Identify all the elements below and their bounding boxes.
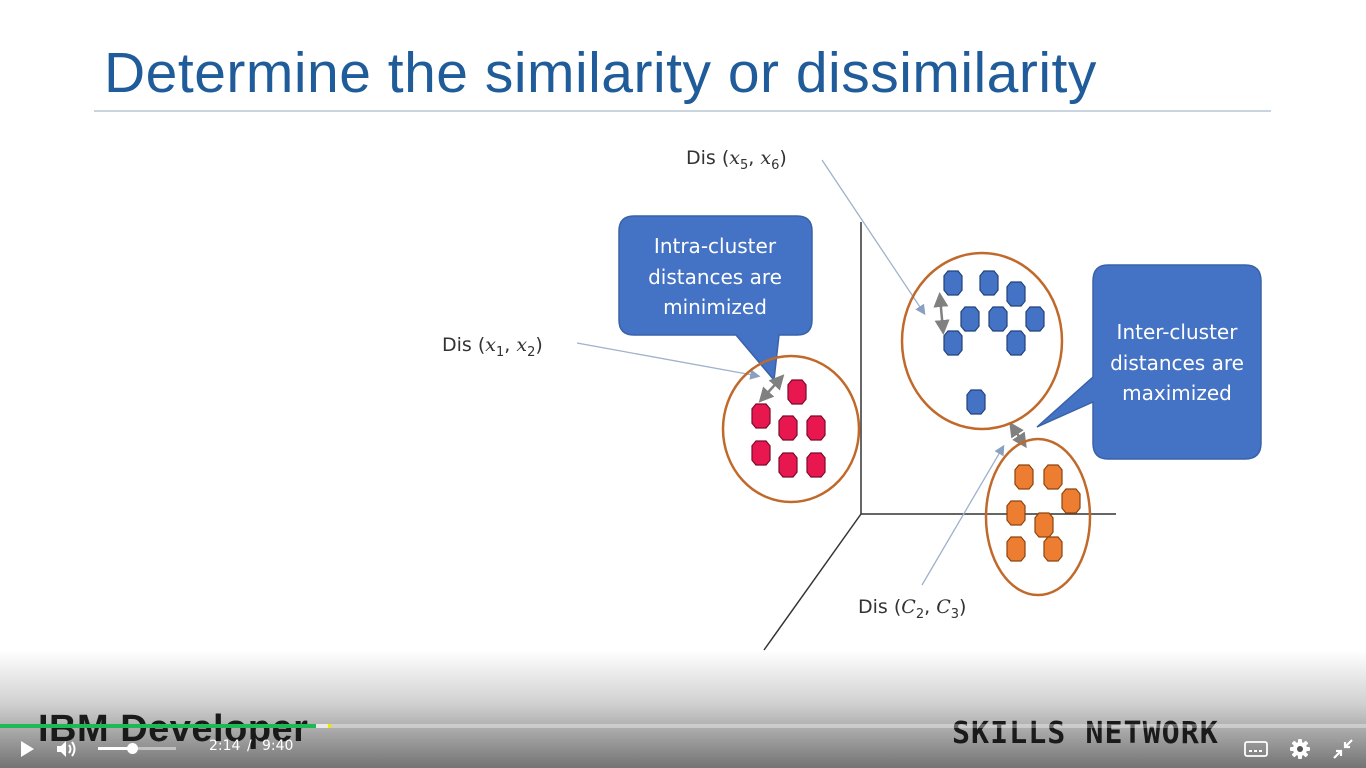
- volume-slider[interactable]: [98, 743, 176, 754]
- orange-point-7: [1043, 536, 1063, 562]
- play-icon: [21, 741, 34, 757]
- orange-point-6: [1006, 536, 1026, 562]
- intra-callout-line-1: Intra-cluster: [654, 234, 777, 258]
- blue-point-4: [960, 306, 980, 332]
- blue-point-6: [1025, 306, 1045, 332]
- video-player[interactable]: Determine the similarity or dissimilarit…: [0, 0, 1366, 768]
- label-dis-x5-x6: Dis (x5, x6): [686, 147, 787, 173]
- captions-icon: [1244, 741, 1268, 757]
- skills-network-wordmark: SKILLS NETWORK: [952, 716, 1219, 751]
- blue-point-3: [1006, 281, 1026, 307]
- red-point-3: [778, 415, 798, 441]
- orange-point-2: [1043, 464, 1063, 490]
- pointer-x5-x6: [821, 159, 926, 316]
- blue-point-10: [966, 389, 986, 415]
- orange-point-4: [1006, 500, 1026, 526]
- current-time: 2:14: [209, 738, 241, 754]
- duration: 9:40: [262, 738, 294, 754]
- clustering-diagram: Intra-cluster distances are minimized In…: [442, 147, 1262, 651]
- volume-icon: [57, 741, 76, 757]
- progress-played: [0, 724, 316, 728]
- label-dis-c2-c3: Dis (C2, C3): [858, 596, 966, 622]
- blue-point-2: [979, 270, 999, 296]
- pointer-x1-x2: [576, 342, 761, 380]
- video-controls: IBM Developer SKILLS NETWORK 2:14 / 9:40: [0, 650, 1366, 768]
- mute-button[interactable]: [52, 736, 82, 762]
- settings-button[interactable]: [1285, 736, 1315, 762]
- orange-point-3: [1061, 488, 1081, 514]
- orange-point-5: [1034, 512, 1054, 538]
- inter-callout-line-1: Inter-cluster: [1117, 320, 1239, 344]
- inter-callout-line-3: maximized: [1122, 381, 1232, 405]
- red-point-7: [806, 452, 826, 478]
- x5-x6-distance-arrow: [933, 292, 950, 335]
- red-point-4: [806, 415, 826, 441]
- progress-bar[interactable]: [0, 724, 1366, 728]
- red-point-6: [778, 452, 798, 478]
- blue-point-5: [988, 306, 1008, 332]
- blue-point-1: [943, 270, 963, 296]
- volume-handle[interactable]: [126, 743, 138, 754]
- red-point-1: [787, 379, 807, 405]
- red-point-5: [751, 440, 771, 466]
- skills-network-logo: SKILLS NETWORK: [952, 716, 1219, 751]
- exit-fullscreen-icon: [1333, 739, 1353, 759]
- intra-distance-arrow: [758, 374, 785, 403]
- orange-point-1: [1014, 464, 1034, 490]
- blue-point-7: [943, 330, 963, 356]
- blue-point-8: [1006, 330, 1026, 356]
- inter-cluster-callout: Inter-cluster distances are maximized: [1036, 264, 1262, 460]
- gear-icon: [1290, 739, 1310, 759]
- inter-callout-line-2: distances are: [1110, 351, 1244, 375]
- time-separator: /: [247, 738, 252, 754]
- intra-callout-line-2: distances are: [648, 265, 782, 289]
- captions-button[interactable]: [1241, 736, 1271, 762]
- red-point-2: [751, 403, 771, 429]
- intra-callout-line-3: minimized: [663, 295, 767, 319]
- play-button[interactable]: [12, 736, 42, 762]
- exit-fullscreen-button[interactable]: [1328, 736, 1358, 762]
- pointer-c2-c3: [921, 444, 1005, 586]
- z-axis: [763, 513, 862, 651]
- label-dis-x1-x2: Dis (x1, x2): [442, 334, 543, 360]
